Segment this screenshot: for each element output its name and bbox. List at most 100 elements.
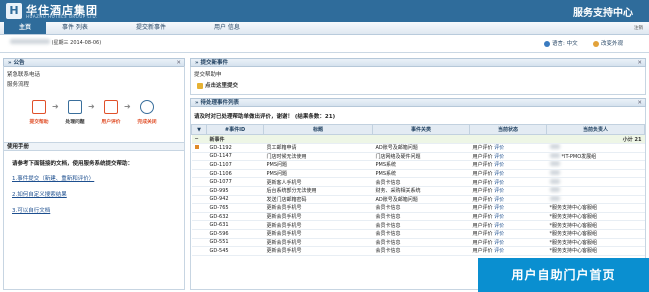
tab-user-info[interactable]: 用户 信息 <box>214 22 240 34</box>
event-id[interactable]: GD-596 <box>206 229 264 239</box>
tab-home[interactable]: 主页 <box>4 22 46 34</box>
column-header-owner[interactable]: 当前负责人 <box>546 124 645 135</box>
manual-link-search[interactable]: 2.如何自定义搜索结果 <box>12 190 67 198</box>
event-id[interactable]: GD-631 <box>206 220 264 230</box>
evaluate-link[interactable]: 评价 <box>494 145 504 151</box>
event-id[interactable]: GD-551 <box>206 238 264 248</box>
evaluate-link[interactable]: 评价 <box>494 171 504 177</box>
service-process-link[interactable]: 服务流程 <box>7 80 29 88</box>
column-header-title[interactable]: 标题 <box>263 124 373 135</box>
event-status: 用户评价 评价 <box>469 143 547 153</box>
table-row[interactable]: GD-942 发送门店邮箱密码 AD账号及邮箱问题 用户评价 评价 <box>191 195 645 205</box>
table-row[interactable]: GD-545 更新会员手机号 会员卡信息 用户评价 评价 *服务支持中心客服组 <box>191 246 645 256</box>
event-title[interactable]: 更新会员手机号 <box>263 203 373 213</box>
table-row[interactable]: GD-765 更新会员手机号 会员卡信息 用户评价 评价 *服务支持中心客服组 <box>191 203 645 213</box>
filter-icon[interactable]: ▼ <box>191 124 207 135</box>
table-row[interactable]: GD-551 更新会员手机号 会员卡信息 用户评价 评价 *服务支持中心客服组 <box>191 238 645 248</box>
event-title[interactable]: 更新会员手机号 <box>263 220 373 230</box>
column-header-id[interactable]: #事件ID <box>206 124 264 135</box>
event-id[interactable]: GD-632 <box>206 212 264 222</box>
emergency-contact-link[interactable]: 紧急联系电话 <box>7 70 40 78</box>
table-row[interactable]: GD-1106 PMS问题 PMS系统 用户评价 评价 <box>191 169 645 179</box>
evaluate-link[interactable]: 评价 <box>494 180 504 186</box>
event-owner: *服务支持中心客服组 <box>546 238 645 248</box>
table-row[interactable]: GD-631 更新会员手机号 会员卡信息 用户评价 评价 *服务支持中心客服组 <box>191 220 645 230</box>
manual-link-docs[interactable]: 3.可以自行文档 <box>12 206 50 214</box>
evaluate-link[interactable]: 评价 <box>494 214 504 220</box>
evaluate-link[interactable]: 评价 <box>494 223 504 229</box>
evaluate-link[interactable]: 评价 <box>494 240 504 246</box>
owner-name: *服务支持中心客服组 <box>549 222 598 229</box>
flow-step-submit: 提交帮助 <box>28 100 50 125</box>
manual-link-submit[interactable]: 1.事件提交（新建、重新和评价） <box>12 174 94 182</box>
event-title[interactable]: 更新会员手机号 <box>263 238 373 248</box>
status-text: 用户评价 <box>472 222 495 229</box>
event-id[interactable]: GD-995 <box>206 186 264 196</box>
evaluate-link[interactable]: 评价 <box>494 162 504 168</box>
event-id[interactable]: GD-1192 <box>206 143 264 153</box>
group-label: 新事件 <box>206 134 547 144</box>
event-status: 用户评价 评价 <box>469 177 547 187</box>
language-link[interactable]: 语言: 中文 <box>544 39 578 47</box>
submit-new-link[interactable]: 点击这里提交 <box>197 81 238 89</box>
event-title[interactable]: 发送门店邮箱密码 <box>263 195 373 205</box>
flow-step-close: 完成关闭 <box>136 100 158 125</box>
user-info-bar: (星期三 2014-08-06) 语言: 中文 改变外观 <box>0 35 649 53</box>
event-title[interactable]: 门店时候无法使用 <box>263 152 373 162</box>
evaluate-link[interactable]: 评价 <box>494 248 504 254</box>
event-id[interactable]: GD-765 <box>206 203 264 213</box>
row-flag-cell <box>191 152 207 162</box>
evaluate-link[interactable]: 评价 <box>494 231 504 237</box>
table-row[interactable]: GD-1147 门店时候无法使用 门店网络及硬件问题 用户评价 评价 *IT-PMO发展… <box>191 152 645 162</box>
column-header-category[interactable]: 事件关类 <box>372 124 470 135</box>
table-row[interactable]: GD-1077 更新客人手机号 会员卡信息 用户评价 评价 <box>191 177 645 187</box>
column-header-status[interactable]: 当前状态 <box>469 124 547 135</box>
arrow-right-icon: ➜ <box>124 102 131 111</box>
appearance-link[interactable]: 改变外观 <box>593 39 623 47</box>
evaluate-link[interactable]: 评价 <box>494 197 504 203</box>
event-owner <box>546 195 645 205</box>
table-row[interactable]: GD-596 更新会员手机号 会员卡信息 用户评价 评价 *服务支持中心客服组 <box>191 229 645 239</box>
event-title[interactable]: 更新会员手机号 <box>263 246 373 256</box>
table-row[interactable]: GD-1192 员工邮箱申请 AD账号及邮箱问题 用户评价 评价 <box>191 143 645 153</box>
event-title[interactable]: 员工邮箱申请 <box>263 143 373 153</box>
row-flag-cell <box>191 229 207 239</box>
flow-step-label: 完成关闭 <box>137 120 157 125</box>
pending-notice-area: 请及时对已处理帮助单做出评价，谢谢！ (结果条数：21) <box>190 107 646 124</box>
event-title[interactable]: 更新客人手机号 <box>263 177 373 187</box>
event-id[interactable]: GD-1147 <box>206 152 264 162</box>
event-id[interactable]: GD-1106 <box>206 169 264 179</box>
logout-link[interactable]: 注销 <box>634 25 643 31</box>
manual-instructions: 请参考下面链接的文档，使用服务系统提交帮助： <box>12 161 134 167</box>
table-row[interactable]: GD-995 后台系统部分无法使用 财务、采购相关系统 用户评价 评价 <box>191 186 645 196</box>
table-row[interactable]: GD-632 更新会员手机号 会员卡信息 用户评价 评价 *服务支持中心客服组 <box>191 212 645 222</box>
group-row-new: − 新事件 小计 21 <box>191 134 645 144</box>
event-title[interactable]: 后台系统部分无法使用 <box>263 186 373 196</box>
event-title[interactable]: 更新会员手机号 <box>263 212 373 222</box>
username-redacted <box>10 39 50 44</box>
row-flag-cell <box>191 212 207 222</box>
event-title[interactable]: PMS问题 <box>263 169 373 179</box>
status-text: 用户评价 <box>472 205 495 212</box>
submit-panel-title: 提交新事件 <box>200 60 228 66</box>
row-flag-cell <box>191 160 207 170</box>
expand-icon[interactable]: − <box>191 134 207 144</box>
event-title[interactable]: 更新会员手机号 <box>263 229 373 239</box>
evaluate-link[interactable]: 评价 <box>494 205 504 211</box>
tab-submit-event[interactable]: 提交新事件 <box>136 22 166 34</box>
language-label: 语言: 中文 <box>552 41 578 47</box>
evaluate-link[interactable]: 评价 <box>494 154 504 160</box>
event-id[interactable]: GD-1077 <box>206 177 264 187</box>
status-text: 用户评价 <box>472 214 495 221</box>
event-owner: *服务支持中心客服组 <box>546 229 645 239</box>
event-title[interactable]: PMS问题 <box>263 160 373 170</box>
event-id[interactable]: GD-1107 <box>206 160 264 170</box>
evaluate-link[interactable]: 评价 <box>494 188 504 194</box>
event-id[interactable]: GD-545 <box>206 246 264 256</box>
table-row[interactable]: GD-1107 PMS问题 PMS系统 用户评价 评价 <box>191 160 645 170</box>
tab-event-list[interactable]: 事件 列表 <box>62 22 88 34</box>
event-status: 用户评价 评价 <box>469 203 547 213</box>
event-id[interactable]: GD-942 <box>206 195 264 205</box>
announcement-panel: 紧急联系电话 服务流程 提交帮助 ➜ 处理问题 ➜ 用户评价 ➜ 完成关闭 使用… <box>3 66 185 290</box>
status-text: 用户评价 <box>472 248 495 255</box>
